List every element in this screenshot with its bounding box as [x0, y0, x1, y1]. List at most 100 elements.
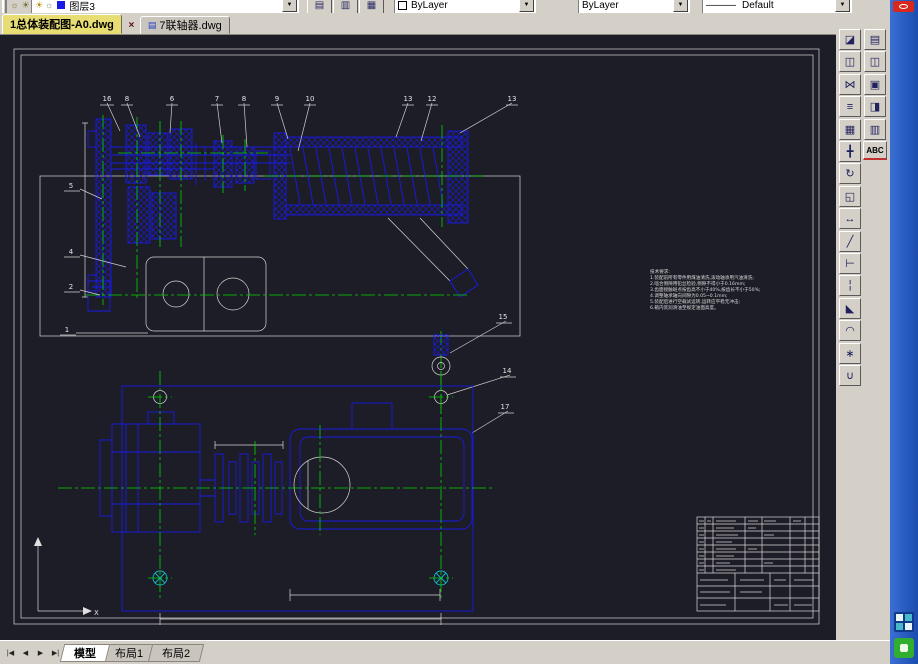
dwg-file-icon: ▤	[147, 19, 157, 30]
copy-tool[interactable]: ◫	[839, 51, 861, 72]
technical-notes: 技术要求: 1.装配前所有零件用煤油清洗,滚动轴承用汽油清洗; 2.啮合侧隙用铅…	[650, 268, 761, 311]
spell-check-icon: ABC	[866, 145, 884, 155]
lineweight-dropdown-arrow[interactable]: ▼	[835, 0, 850, 12]
scale-tool[interactable]: ◱	[839, 186, 861, 207]
break-tool[interactable]: ╎	[839, 275, 861, 296]
paste-clip-tool[interactable]: ▣	[864, 74, 886, 95]
title-block-text-marks	[699, 520, 814, 606]
cut-clip-icon: ▤	[869, 34, 881, 46]
mirror-icon: ⋈	[844, 79, 856, 91]
svg-text:15: 15	[499, 313, 508, 321]
svg-text:9: 9	[275, 95, 279, 103]
close-tab-button[interactable]: ×	[125, 18, 138, 32]
layer-on-icon: ☀	[35, 0, 44, 10]
cut-clip-tool[interactable]: ▤	[864, 29, 886, 50]
extend-tool[interactable]: ⊢	[839, 253, 861, 274]
copy-clip-tool[interactable]: ◫	[864, 51, 886, 72]
sidebar-green-icon[interactable]	[894, 638, 914, 658]
layer-dropdown-arrow[interactable]: ▼	[282, 0, 297, 12]
stretch-icon: ↔	[844, 212, 856, 225]
layer-sun-icon: ☀	[21, 0, 30, 10]
break-icon: ╎	[846, 280, 854, 292]
svg-text:12: 12	[428, 95, 437, 103]
model-space-canvas[interactable]: 16 8 6 7 8 9 10 13 12 13 5 4 2 1 15 14 1…	[0, 35, 836, 640]
offset-tool[interactable]: ≡	[839, 96, 861, 117]
layer-current-icon: ▥	[340, 0, 351, 11]
fillet-icon: ◠	[845, 325, 855, 337]
linetype-dropdown-arrow[interactable]: ▼	[673, 0, 688, 12]
tab-layout2[interactable]: 布局2	[147, 643, 205, 662]
svg-text:8: 8	[242, 95, 246, 103]
lineweight-dropdown[interactable]: ——— Default ▼	[702, 0, 852, 13]
side-panel-strip	[890, 0, 918, 664]
svg-text:7: 7	[215, 95, 219, 103]
rotate-icon: ↻	[845, 168, 855, 180]
scale-icon: ◱	[844, 191, 856, 203]
move-icon: ╋	[846, 146, 854, 158]
spell-check-tool[interactable]: ABC	[863, 141, 887, 160]
layer-previous-button[interactable]: ▦	[359, 0, 384, 13]
color-dropdown[interactable]: ByLayer ▼	[394, 0, 536, 13]
stretch-tool[interactable]: ↔	[839, 208, 861, 229]
toolbar-grip[interactable]	[2, 0, 7, 13]
svg-text:14: 14	[503, 367, 512, 375]
explode-icon: ∗	[845, 348, 855, 360]
tab-model[interactable]: 模型	[59, 643, 111, 662]
layer-previous-icon: ▦	[366, 0, 377, 11]
svg-text:16: 16	[103, 95, 112, 103]
file-tab-assembly[interactable]: 1总体装配图-A0.dwg	[2, 14, 122, 34]
file-tab-coupling[interactable]: ▤ 7联轴器.dwg	[139, 16, 230, 34]
svg-text:技术要求:: 技术要求:	[650, 268, 670, 275]
copy-base-tool[interactable]: ◨	[864, 96, 886, 117]
chamfer-tool[interactable]: ◣	[839, 298, 861, 319]
linetype-dropdown[interactable]: ByLayer ▼	[578, 0, 690, 13]
prev-tab-button[interactable]: ◀	[18, 644, 33, 662]
title-block	[696, 516, 820, 612]
layout-tab-bar: |◀ ◀ ▶ ▶| 模型 布局1 布局2	[0, 640, 890, 664]
svg-text:2: 2	[69, 283, 73, 291]
sidebar-logo-icon[interactable]	[893, 1, 914, 12]
explode-tool[interactable]: ∗	[839, 343, 861, 364]
layer-freeze-icon: ☼	[45, 0, 54, 10]
layer-properties-button[interactable]: ▤	[307, 0, 332, 13]
sidebar-grid-icon[interactable]	[894, 612, 914, 632]
array-tool[interactable]: ▦	[839, 119, 861, 140]
bottom-view-assembly	[99, 385, 474, 625]
linetype-value: ByLayer	[582, 0, 619, 11]
fillet-tool[interactable]: ◠	[839, 320, 861, 341]
copy-icon: ◫	[844, 56, 856, 68]
erase-icon: ◪	[844, 34, 856, 46]
lineweight-value: Default	[742, 0, 774, 11]
top-view-assembly	[39, 118, 521, 337]
rotate-tool[interactable]: ↻	[839, 163, 861, 184]
move-tool[interactable]: ╋	[839, 141, 861, 162]
svg-text:5.装配后进行空载试运转,运转应平稳无冲击;: 5.装配后进行空载试运转,运转应平稳无冲击;	[650, 298, 741, 305]
extend-icon: ⊢	[845, 258, 855, 270]
drawing-viewport[interactable]: 16 8 6 7 8 9 10 13 12 13 5 4 2 1 15 14 1…	[0, 35, 836, 640]
chamfer-icon: ◣	[845, 303, 855, 315]
color-dropdown-arrow[interactable]: ▼	[519, 0, 534, 12]
erase-tool[interactable]: ◪	[839, 29, 861, 50]
mirror-tool[interactable]: ⋈	[839, 74, 861, 95]
layer-dropdown[interactable]: ☀ ☼ 图层3 ▼	[31, 0, 299, 13]
make-object-layer-current-button[interactable]: ▥	[333, 0, 358, 13]
join-tool[interactable]: ∪	[839, 365, 861, 386]
paste-orig-tool[interactable]: ▥	[864, 119, 886, 140]
first-tab-button[interactable]: |◀	[3, 644, 18, 662]
copy-clip-icon: ◫	[869, 56, 881, 68]
trim-icon: ╱	[846, 236, 854, 248]
trim-tool[interactable]: ╱	[839, 231, 861, 252]
file-tab-bar: 1总体装配图-A0.dwg × ▤ 7联轴器.dwg	[0, 13, 890, 35]
svg-text:X: X	[94, 609, 99, 617]
paste-orig-icon: ▥	[869, 124, 881, 136]
svg-text:13: 13	[404, 95, 413, 103]
layer-state-icon: ☼	[10, 0, 19, 10]
join-icon: ∪	[845, 370, 855, 382]
next-tab-button[interactable]: ▶	[33, 644, 48, 662]
color-value: ByLayer	[411, 0, 448, 11]
svg-text:4.调整轴承轴向间隙为0.05~0.1mm;: 4.调整轴承轴向间隙为0.05~0.1mm;	[650, 292, 728, 299]
svg-text:6: 6	[170, 95, 175, 103]
svg-text:4: 4	[69, 248, 74, 256]
ucs-icon: X	[34, 537, 99, 617]
svg-text:5: 5	[69, 182, 73, 190]
